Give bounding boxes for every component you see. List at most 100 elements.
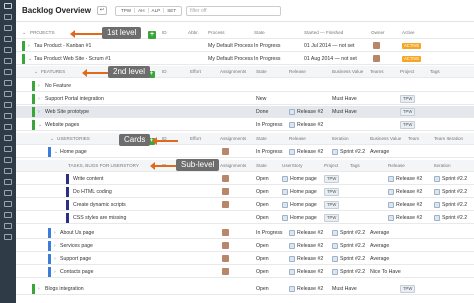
nav-icon[interactable] xyxy=(4,14,12,20)
nav-icon[interactable] xyxy=(4,102,12,108)
task-name[interactable]: Write content xyxy=(73,173,103,185)
userstory-business-value: Average xyxy=(370,243,390,249)
project-row[interactable]: › Tau Product - Kanban #1 My Default Pro… xyxy=(16,40,474,52)
collapse-icon[interactable]: ⌄ xyxy=(34,66,38,78)
project-name[interactable]: Tau Product Web Site - Scrum #1 xyxy=(34,53,111,65)
feature-row[interactable]: › Blogs integration Open Release #2 Must… xyxy=(16,283,474,295)
expand-icon[interactable]: › xyxy=(28,40,30,52)
tag-alp[interactable]: ALP xyxy=(149,8,165,13)
expand-icon[interactable]: › xyxy=(54,253,56,265)
userstory-row[interactable]: › About Us page In Progress Release #2 S… xyxy=(16,227,474,239)
nav-icon[interactable] xyxy=(4,3,12,9)
userstory-name[interactable]: About Us page xyxy=(60,227,94,239)
expand-icon[interactable]: › xyxy=(38,80,40,92)
nav-icon[interactable] xyxy=(4,58,12,64)
expand-icon[interactable]: › xyxy=(54,240,56,252)
nav-icon[interactable] xyxy=(4,212,12,218)
userstories-header-label: USERSTORIES xyxy=(57,136,90,141)
avatar xyxy=(222,227,229,239)
feature-name[interactable]: Support Portal integration xyxy=(45,93,104,105)
userstory-row[interactable]: › Contacts page Open Release #2 Sprint #… xyxy=(16,266,474,278)
top-bar: Backlog Overview ↩ TPW AH ALP SET filter… xyxy=(16,0,474,22)
feature-name[interactable]: Blogs integration xyxy=(45,283,84,295)
project-filter-tags: TPW AH ALP SET xyxy=(114,5,183,16)
expand-icon[interactable]: › xyxy=(38,283,40,295)
nav-icon[interactable] xyxy=(4,113,12,119)
col-iteration: Iteration xyxy=(332,136,349,141)
nav-icon[interactable] xyxy=(4,201,12,207)
tag-tpw[interactable]: TPW xyxy=(118,8,136,13)
collapse-icon[interactable]: ⌄ xyxy=(38,119,42,131)
project-row[interactable]: ⌄ Tau Product Web Site - Scrum #1 My Def… xyxy=(16,53,474,65)
userstory-name[interactable]: Support page xyxy=(60,253,91,265)
feature-row[interactable]: › Web Site prototype Done Release #2 Mus… xyxy=(16,106,474,118)
nav-icon[interactable] xyxy=(4,124,12,130)
project-process: My Default Process xyxy=(208,43,253,49)
feature-business-value: Must Have xyxy=(332,96,357,102)
userstory-name[interactable]: Home page xyxy=(60,146,87,158)
task-row[interactable]: Write content Open Home page TPW Release… xyxy=(16,173,474,185)
userstory-row[interactable]: ⌄ Home page In Progress Release #2 Sprin… xyxy=(16,146,474,158)
collapse-icon[interactable]: ⌄ xyxy=(28,53,32,65)
avatar xyxy=(222,266,229,278)
nav-icon[interactable] xyxy=(4,168,12,174)
nav-icon[interactable] xyxy=(4,135,12,141)
feature-row[interactable]: ⌄ Website pages In Progress Release #2 T… xyxy=(16,119,474,131)
expand-icon[interactable]: › xyxy=(38,106,40,118)
task-iteration: Sprint #2.2 xyxy=(434,186,467,198)
task-row[interactable]: CSS styles are missing Open Home page TP… xyxy=(16,212,474,224)
nav-icon[interactable] xyxy=(4,157,12,163)
task-userstory[interactable]: Home page xyxy=(282,199,317,211)
project-dates: 01 Aug 2014 — not set xyxy=(304,56,357,62)
task-row[interactable]: Do HTML coding Open Home page TPW Releas… xyxy=(16,186,474,198)
feature-row[interactable]: › Support Portal integration New Must Ha… xyxy=(16,93,474,105)
nav-icon[interactable] xyxy=(4,69,12,75)
collapse-icon[interactable]: ⌄ xyxy=(50,133,54,145)
userstory-name[interactable]: Services page xyxy=(60,240,93,252)
task-row[interactable]: Create dynamic scripts Open Home page TP… xyxy=(16,199,474,211)
task-state: Open xyxy=(256,202,269,208)
nav-icon[interactable] xyxy=(4,179,12,185)
task-release: Release #2 xyxy=(388,199,422,211)
feature-name[interactable]: Web Site prototype xyxy=(45,106,89,118)
task-userstory[interactable]: Home page xyxy=(282,212,317,224)
callout-level2: 2nd level xyxy=(108,66,151,78)
nav-icon[interactable] xyxy=(4,80,12,86)
feature-name[interactable]: Website pages xyxy=(45,119,79,131)
project-badge: TPW xyxy=(400,283,416,295)
col-id: ID xyxy=(162,69,167,74)
filter-input[interactable]: filter off xyxy=(186,5,282,16)
task-name[interactable]: Do HTML coding xyxy=(73,186,112,198)
task-name[interactable]: Create dynamic scripts xyxy=(73,199,126,211)
nav-icon[interactable] xyxy=(4,36,12,42)
expand-icon[interactable]: › xyxy=(38,93,40,105)
expand-icon[interactable]: › xyxy=(54,227,56,239)
collapse-icon[interactable]: ⌄ xyxy=(54,146,58,158)
nav-icon[interactable] xyxy=(4,234,12,240)
project-badge: TPW xyxy=(400,106,416,118)
nav-icon[interactable] xyxy=(4,190,12,196)
project-name[interactable]: Tau Product - Kanban #1 xyxy=(34,40,91,52)
nav-icon[interactable] xyxy=(4,223,12,229)
feature-name[interactable]: No Feature xyxy=(45,80,71,92)
callout-arrow xyxy=(152,137,178,145)
expand-icon[interactable]: › xyxy=(54,266,56,278)
task-name[interactable]: CSS styles are missing xyxy=(73,212,126,224)
nav-icon[interactable] xyxy=(4,146,12,152)
feature-row[interactable]: › No Feature xyxy=(16,80,474,92)
tag-set[interactable]: SET xyxy=(164,8,179,13)
userstory-name[interactable]: Contacts page xyxy=(60,266,93,278)
userstory-release: Release #2 xyxy=(289,240,323,252)
nav-icon[interactable] xyxy=(4,91,12,97)
nav-icon[interactable] xyxy=(4,25,12,31)
userstory-row[interactable]: › Support page Open Release #2 Sprint #2… xyxy=(16,253,474,265)
project-process: My Default Process xyxy=(208,56,253,62)
collapse-icon[interactable]: ⌄ xyxy=(22,27,26,39)
tag-ah[interactable]: AH xyxy=(135,8,149,13)
back-icon[interactable]: ↩ xyxy=(96,6,107,15)
col-started-finished: Started — Finished xyxy=(304,30,344,35)
task-userstory[interactable]: Home page xyxy=(282,186,317,198)
nav-icon[interactable] xyxy=(4,47,12,53)
userstory-row[interactable]: › Services page Open Release #2 Sprint #… xyxy=(16,240,474,252)
task-userstory[interactable]: Home page xyxy=(282,173,317,185)
